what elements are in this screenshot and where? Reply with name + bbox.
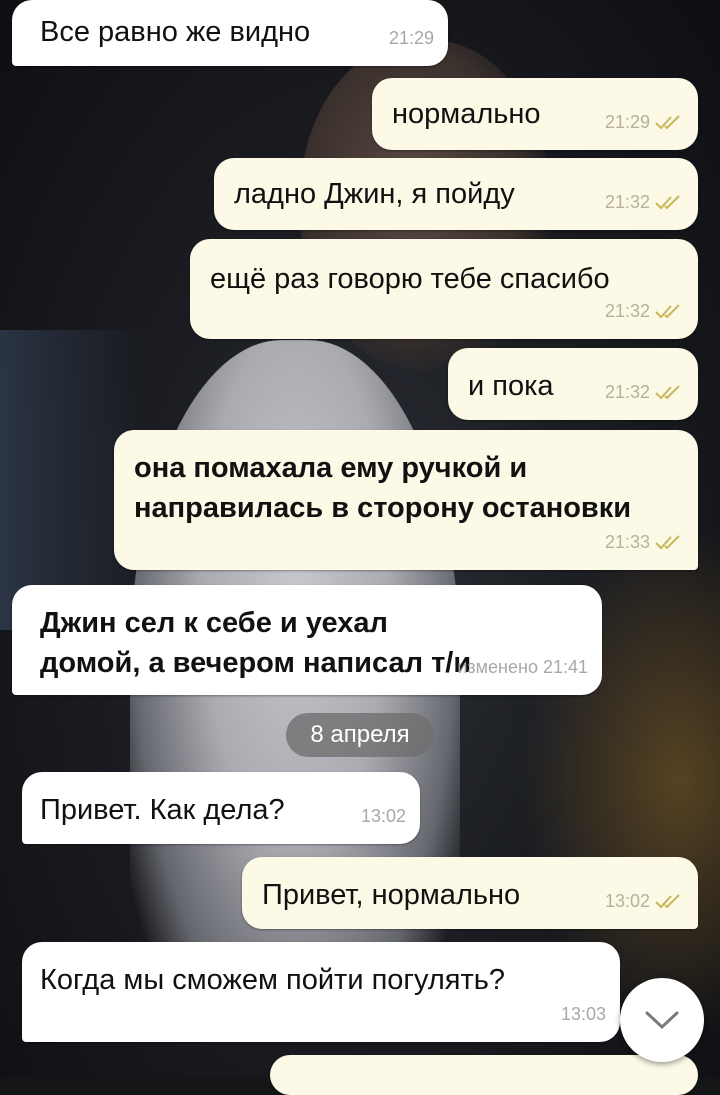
double-check-icon xyxy=(655,385,680,400)
message-outgoing[interactable]: Привет, нормально 13:02 xyxy=(242,857,698,929)
double-check-icon xyxy=(655,304,680,319)
message-meta: 21:32 xyxy=(605,182,684,222)
message-time: 21:29 xyxy=(604,112,650,132)
message-time: 13:03 xyxy=(560,1004,606,1024)
message-text: Привет, нормально xyxy=(262,879,521,911)
message-time: 21:32 xyxy=(604,192,650,212)
message-time: 21:32 xyxy=(604,382,650,402)
message-text: Джин сел к себе и уехал домой, а вечером… xyxy=(40,607,472,679)
message-outgoing[interactable]: нормально 21:29 xyxy=(372,78,698,150)
message-edited-time: изменено 21:41 xyxy=(457,657,588,677)
message-meta: 21:32 xyxy=(605,291,684,331)
double-check-icon xyxy=(655,115,680,130)
message-incoming[interactable]: Джин сел к себе и уехал домой, а вечером… xyxy=(12,585,602,695)
message-text: ладно Джин, я пойду xyxy=(234,178,515,210)
message-meta: 21:33 xyxy=(605,522,684,562)
date-separator: 8 апреля xyxy=(286,713,434,757)
double-check-icon xyxy=(655,894,680,909)
message-time: 21:32 xyxy=(604,301,650,321)
chevron-down-icon xyxy=(645,1011,679,1030)
message-outgoing[interactable]: ещё раз говорю тебе спасибо 21:32 xyxy=(190,239,698,339)
message-incoming[interactable]: Когда мы сможем пойти погулять? 13:03 xyxy=(22,942,620,1042)
message-text: она помахала ему ручкой и направилась в … xyxy=(134,452,632,524)
message-text: ещё раз говорю тебе спасибо xyxy=(210,263,610,295)
scroll-down-button[interactable] xyxy=(620,978,704,1062)
message-outgoing[interactable]: и пока 21:32 xyxy=(448,348,698,420)
message-time: 21:33 xyxy=(604,532,650,552)
message-incoming[interactable]: Привет. Как дела? 13:02 xyxy=(22,772,420,844)
double-check-icon xyxy=(655,535,680,550)
message-text: Когда мы сможем пойти погулять? xyxy=(40,964,505,996)
message-incoming[interactable]: Все равно же видно 21:29 xyxy=(12,0,448,66)
message-outgoing[interactable]: ладно Джин, я пойду 21:32 xyxy=(214,158,698,230)
message-text: Все равно же видно xyxy=(40,16,311,48)
message-text: Привет. Как дела? xyxy=(40,794,285,826)
double-check-icon xyxy=(655,195,680,210)
message-meta: 21:32 xyxy=(605,372,684,412)
message-outgoing-partial xyxy=(270,1055,698,1095)
message-text: и пока xyxy=(468,370,554,402)
message-text: нормально xyxy=(392,98,541,130)
message-time: 21:29 xyxy=(388,28,434,48)
message-outgoing[interactable]: она помахала ему ручкой и направилась в … xyxy=(114,430,698,570)
message-meta: 21:29 xyxy=(605,102,684,142)
message-meta: 13:02 xyxy=(605,881,684,921)
message-time: 13:02 xyxy=(604,891,650,911)
message-time: 13:02 xyxy=(360,806,406,826)
